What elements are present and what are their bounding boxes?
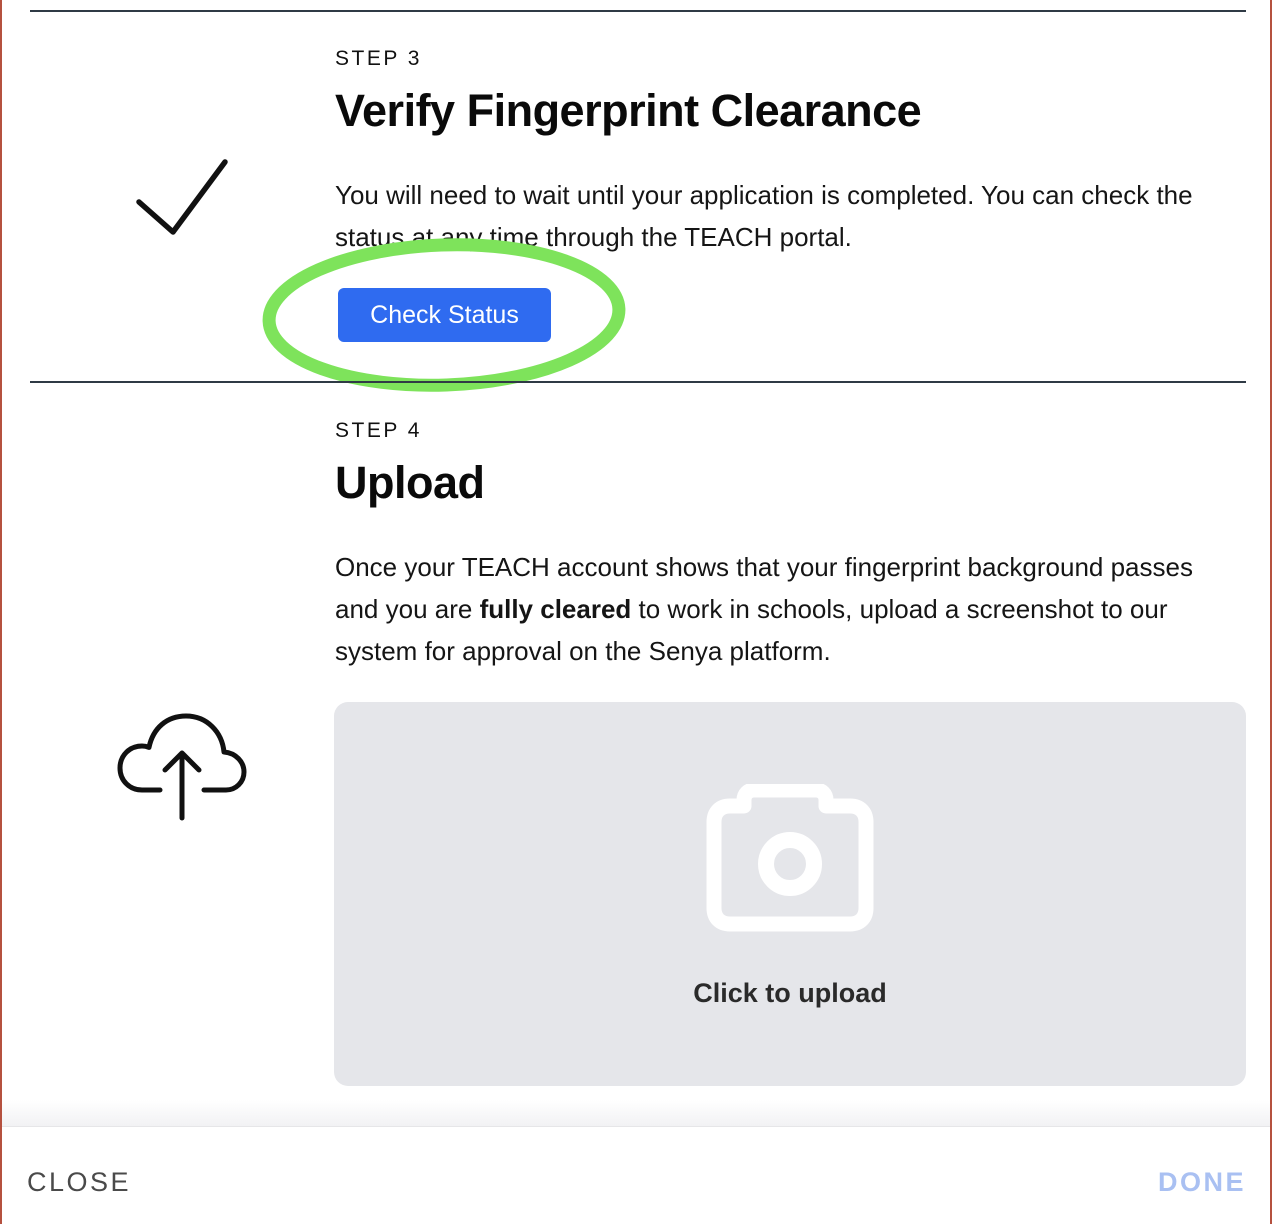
check-status-button[interactable]: Check Status <box>338 288 551 342</box>
camera-icon <box>706 784 874 932</box>
checkmark-icon <box>136 159 228 235</box>
cloud-upload-icon <box>117 713 247 821</box>
step-4-description-bold: fully cleared <box>479 594 632 624</box>
upload-label: Click to upload <box>693 978 887 1008</box>
left-edge <box>0 0 2 1224</box>
step-3-title: Verify Fingerprint Clearance <box>335 85 922 136</box>
close-button[interactable]: CLOSE <box>27 1167 131 1198</box>
step-3-eyebrow: STEP 3 <box>335 47 422 70</box>
scroll-fade <box>2 1100 1270 1126</box>
step-3-description: You will need to wait until your applica… <box>335 180 1193 252</box>
done-button[interactable]: DONE <box>1158 1167 1246 1198</box>
step-4-eyebrow: STEP 4 <box>335 419 422 442</box>
upload-dropzone[interactable]: Click to upload <box>334 702 1246 1086</box>
top-divider <box>30 10 1246 12</box>
step-4-title: Upload <box>335 457 485 508</box>
dialog-footer: CLOSE DONE <box>2 1126 1270 1225</box>
step-4-description: Once your TEACH account shows that your … <box>335 546 1225 672</box>
section-divider <box>30 381 1246 383</box>
